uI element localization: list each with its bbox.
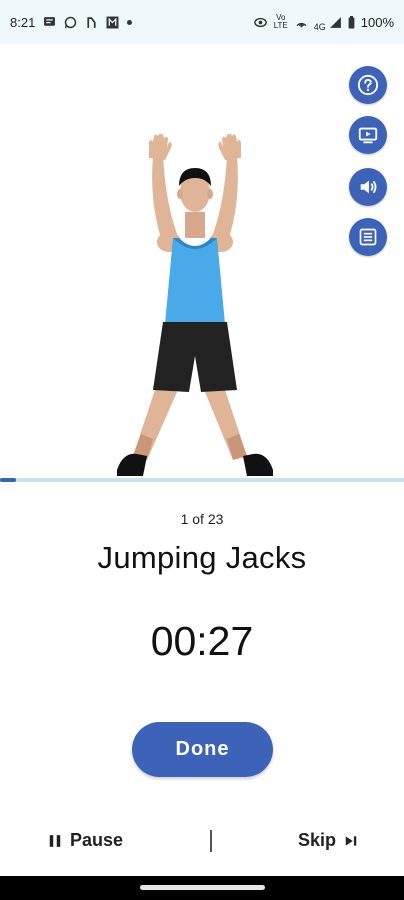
workout-progress-bar bbox=[0, 478, 404, 482]
system-navigation-bar bbox=[0, 876, 404, 900]
workout-progress-fill bbox=[0, 478, 17, 482]
exercise-illustration bbox=[117, 134, 273, 476]
exercise-counter: 1 of 23 bbox=[180, 511, 224, 527]
exercise-title: Jumping Jacks bbox=[97, 540, 307, 575]
done-button[interactable]: Done bbox=[132, 722, 273, 777]
volte-icon: Vo LTE bbox=[273, 13, 288, 30]
network-label: 4G bbox=[313, 22, 326, 32]
list-icon bbox=[359, 228, 377, 246]
skip-next-icon bbox=[345, 835, 357, 846]
skip-button[interactable]: Skip bbox=[298, 830, 358, 851]
pause-label: Pause bbox=[70, 830, 124, 850]
battery-icon bbox=[348, 15, 355, 28]
controls-divider bbox=[210, 830, 212, 852]
bottom-controls: Pause Skip bbox=[0, 820, 404, 866]
message-icon bbox=[44, 16, 56, 26]
hotspot-icon bbox=[296, 22, 307, 27]
exercise-timer: 00:27 bbox=[150, 618, 254, 664]
fitness-icon bbox=[87, 16, 96, 28]
instructions-button[interactable] bbox=[349, 218, 387, 256]
pause-button[interactable]: Pause bbox=[48, 830, 123, 851]
home-gesture-handle[interactable] bbox=[140, 885, 265, 890]
m-app-icon bbox=[106, 16, 119, 28]
whatsapp-icon bbox=[65, 16, 77, 28]
eye-icon bbox=[253, 17, 267, 27]
sound-icon bbox=[360, 180, 377, 194]
video-button[interactable] bbox=[349, 116, 387, 154]
pause-icon bbox=[49, 834, 61, 847]
status-time: 8:21 bbox=[10, 14, 36, 30]
signal-icon bbox=[329, 16, 341, 28]
battery-percent: 100% bbox=[360, 14, 394, 30]
status-bar: 8:21 Vo LTE 4G 100% bbox=[0, 0, 404, 44]
skip-label: Skip bbox=[297, 830, 336, 850]
exercise-illustration-area bbox=[0, 44, 404, 476]
video-icon bbox=[358, 127, 378, 144]
status-left: 8:21 bbox=[10, 14, 133, 30]
help-button[interactable] bbox=[349, 66, 387, 104]
help-icon bbox=[357, 74, 379, 96]
status-right: Vo LTE 4G 100% bbox=[253, 12, 394, 32]
dot-icon bbox=[127, 19, 133, 25]
sound-button[interactable] bbox=[349, 168, 387, 206]
